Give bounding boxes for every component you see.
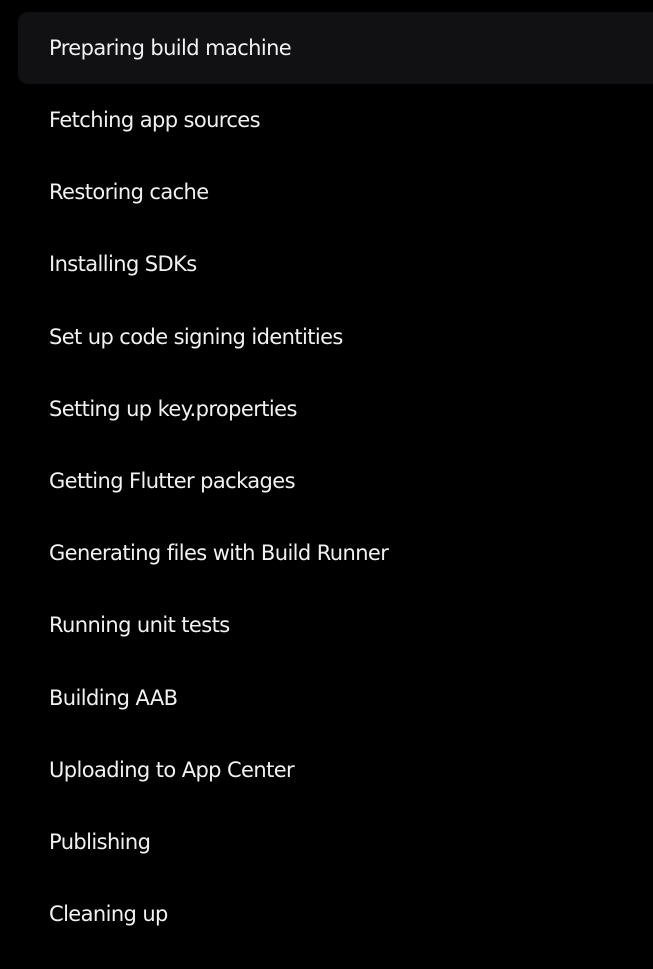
build-step-building-aab[interactable]: Building AAB bbox=[18, 662, 653, 734]
build-steps-panel: Preparing build machine Fetching app sou… bbox=[0, 0, 653, 969]
build-step-publishing[interactable]: Publishing bbox=[18, 806, 653, 878]
build-step-label: Getting Flutter packages bbox=[49, 469, 296, 494]
build-step-label: Fetching app sources bbox=[49, 108, 261, 133]
build-step-label: Publishing bbox=[49, 829, 151, 854]
build-step-code-signing[interactable]: Set up code signing identities bbox=[18, 301, 653, 373]
build-step-flutter-packages[interactable]: Getting Flutter packages bbox=[18, 445, 653, 517]
build-step-label: Generating files with Build Runner bbox=[49, 541, 389, 566]
build-step-label: Setting up key.properties bbox=[49, 396, 297, 421]
build-step-label: Installing SDKs bbox=[49, 252, 197, 277]
build-step-build-runner[interactable]: Generating files with Build Runner bbox=[18, 517, 653, 589]
build-step-label: Running unit tests bbox=[49, 613, 230, 638]
build-step-restoring-cache[interactable]: Restoring cache bbox=[18, 156, 653, 228]
build-step-label: Set up code signing identities bbox=[49, 324, 343, 349]
build-step-label: Cleaning up bbox=[49, 902, 168, 927]
build-step-unit-tests[interactable]: Running unit tests bbox=[18, 589, 653, 661]
build-step-label: Restoring cache bbox=[49, 180, 209, 205]
build-step-label: Building AAB bbox=[49, 685, 178, 710]
build-step-label: Preparing build machine bbox=[49, 36, 292, 60]
build-step-key-properties[interactable]: Setting up key.properties bbox=[18, 373, 653, 445]
build-step-installing-sdks[interactable]: Installing SDKs bbox=[18, 228, 653, 300]
build-step-fetching-app-sources[interactable]: Fetching app sources bbox=[18, 84, 653, 156]
build-step-cleaning-up[interactable]: Cleaning up bbox=[18, 878, 653, 950]
page: Preparing build machine Fetching app sou… bbox=[0, 0, 653, 969]
build-step-label: Uploading to App Center bbox=[49, 757, 295, 782]
build-step-preparing-build-machine[interactable]: Preparing build machine bbox=[18, 12, 653, 84]
build-step-uploading-app-center[interactable]: Uploading to App Center bbox=[18, 734, 653, 806]
